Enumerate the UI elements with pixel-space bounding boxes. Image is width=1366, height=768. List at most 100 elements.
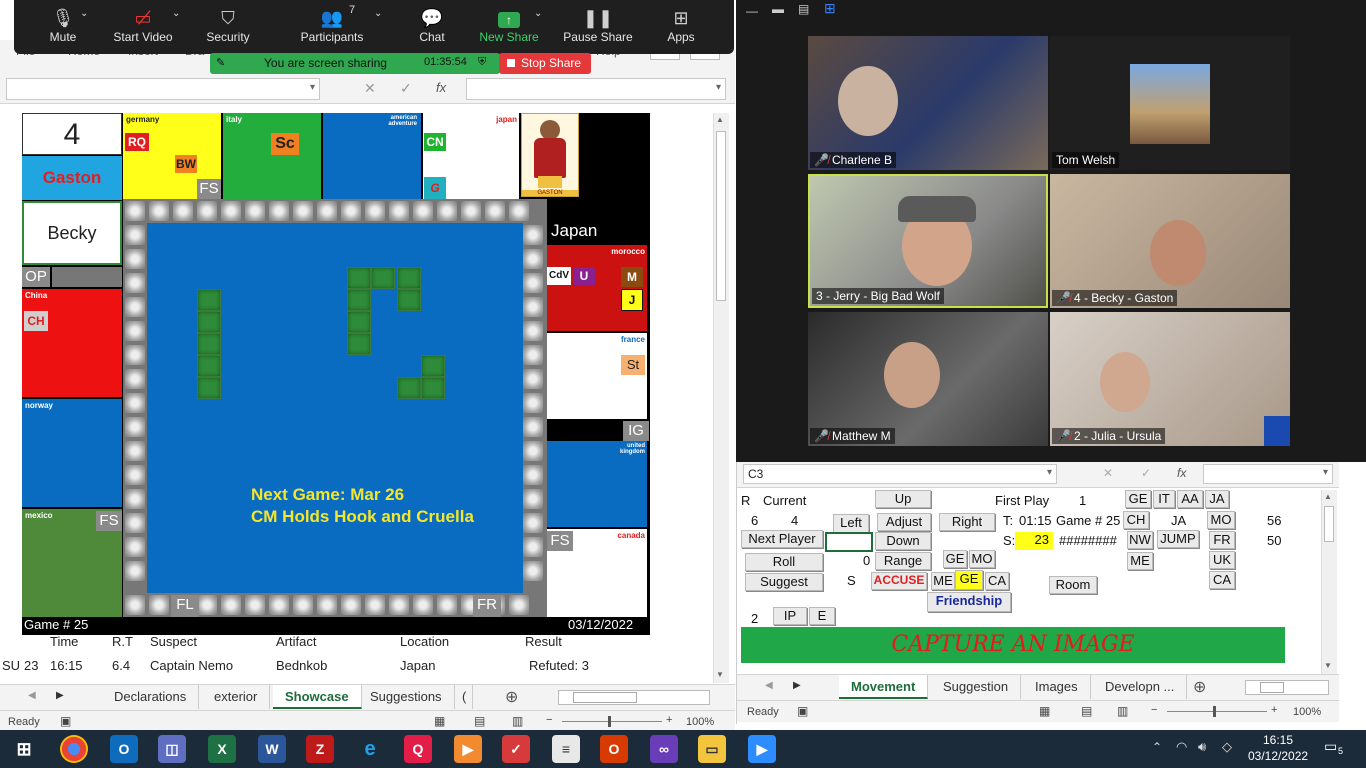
chrome-icon[interactable] — [60, 735, 88, 763]
normal-view-icon[interactable]: ▦ — [1039, 704, 1050, 718]
it-button[interactable]: IT — [1153, 490, 1175, 508]
stop-share-button[interactable]: Stop Share — [499, 53, 591, 74]
video-tile-active-speaker[interactable]: 3 - Jerry - Big Bad Wolf — [808, 174, 1048, 308]
visual-studio-icon[interactable]: ∞ — [650, 735, 678, 763]
dropbox-icon[interactable]: ◇ — [1222, 739, 1232, 755]
ca-button[interactable]: CA — [1209, 571, 1235, 589]
speaker-view-icon[interactable]: ▤ — [798, 2, 809, 16]
excel-icon[interactable]: X — [208, 735, 236, 763]
normal-view-icon[interactable]: ▦ — [434, 714, 445, 728]
q-app-icon[interactable]: Q — [404, 735, 432, 763]
security-button[interactable]: ⛉ Security — [189, 6, 267, 44]
room-button[interactable]: Room — [1049, 576, 1097, 594]
horizontal-scrollbar[interactable] — [1245, 680, 1329, 695]
outlook-icon[interactable]: O — [110, 735, 138, 763]
word-icon[interactable]: W — [258, 735, 286, 763]
left-button[interactable]: Left — [833, 514, 869, 534]
zoom-slider[interactable] — [1167, 706, 1267, 717]
clock[interactable]: 16:15 03/12/2022 — [1248, 732, 1308, 764]
macro-icon[interactable]: ▣ — [797, 704, 808, 718]
formula-input[interactable]: ▾ — [1203, 464, 1333, 484]
windows-start-icon[interactable]: ⊞ — [10, 735, 38, 763]
tab-suggestions[interactable]: Suggestions — [358, 685, 455, 709]
apps-button[interactable]: ⊞ Apps — [642, 6, 720, 44]
chevron-down-icon[interactable]: ⌄ — [80, 8, 88, 19]
jump-button[interactable]: JUMP — [1157, 530, 1199, 548]
selected-cell[interactable] — [825, 532, 873, 552]
friendship-button[interactable]: Friendship — [927, 592, 1011, 612]
right-button[interactable]: Right — [939, 513, 995, 531]
page-break-icon[interactable]: ▥ — [512, 714, 523, 728]
uk-button[interactable]: UK — [1209, 551, 1235, 569]
page-break-icon[interactable]: ▥ — [1117, 704, 1128, 718]
formula-input[interactable]: ▾ — [466, 78, 726, 100]
name-box[interactable]: ▾ — [6, 78, 320, 100]
zoom-percent[interactable]: 100% — [686, 716, 714, 728]
horizontal-scrollbar[interactable] — [558, 690, 710, 705]
tab-exterior[interactable]: exterior — [202, 685, 271, 709]
e-button[interactable]: E — [809, 607, 835, 625]
filezilla-icon[interactable]: Z — [306, 735, 334, 763]
tab-images[interactable]: Images — [1023, 675, 1091, 699]
add-sheet-icon[interactable]: ⊕ — [1193, 677, 1206, 697]
function-icon[interactable]: fx — [436, 80, 446, 95]
vertical-scrollbar[interactable]: ▲ ▼ — [1321, 490, 1337, 674]
chat-button[interactable]: 💬 Chat — [393, 6, 471, 44]
range-button[interactable]: Range — [875, 552, 931, 570]
participants-button[interactable]: 👥 Participants — [292, 6, 372, 44]
mute-button[interactable]: 🎙 Mute — [24, 6, 102, 44]
zoom-out-icon[interactable]: − — [546, 714, 552, 726]
zoom-out-icon[interactable]: − — [1151, 704, 1157, 716]
zoom-in-icon[interactable]: + — [666, 714, 672, 726]
chevron-up-icon[interactable]: ⌃ — [1152, 740, 1162, 754]
video-tile[interactable]: 🎤̸ 4 - Becky - Gaston — [1050, 174, 1290, 308]
vertical-scrollbar[interactable]: ▲ ▼ — [713, 113, 729, 683]
suggest-button[interactable]: Suggest — [745, 573, 823, 591]
cancel-icon[interactable]: ✕ — [364, 80, 376, 97]
confirm-icon[interactable]: ✓ — [400, 80, 412, 97]
scroll-up-icon[interactable]: ▲ — [716, 115, 724, 124]
media-player-icon[interactable]: ▶ — [454, 735, 482, 763]
chart-app-icon[interactable]: ✓ — [502, 735, 530, 763]
next-player-button[interactable]: Next Player — [741, 530, 823, 548]
zoom-percent[interactable]: 100% — [1293, 706, 1321, 718]
start-video-button[interactable]: ▭̸ Start Video — [104, 6, 182, 44]
add-sheet-icon[interactable]: ⊕ — [505, 687, 518, 707]
confirm-icon[interactable]: ✓ — [1141, 466, 1151, 480]
up-button[interactable]: Up — [875, 490, 931, 508]
tab-showcase[interactable]: Showcase — [273, 685, 362, 709]
roll-button[interactable]: Roll — [745, 553, 823, 571]
zoom-slider[interactable] — [562, 716, 662, 727]
ch-button[interactable]: CH — [1123, 511, 1149, 529]
me-button[interactable]: ME — [1127, 552, 1153, 570]
page-layout-icon[interactable]: ▤ — [1081, 704, 1092, 718]
capture-image-button[interactable]: CAPTURE AN IMAGE — [741, 627, 1285, 663]
adjust-button[interactable]: Adjust — [877, 513, 931, 531]
function-icon[interactable]: fx — [1177, 466, 1186, 480]
scroll-thumb[interactable] — [716, 131, 726, 301]
scroll-down-icon[interactable]: ▼ — [716, 670, 724, 679]
ge-button[interactable]: GE — [943, 550, 967, 568]
name-box[interactable]: C3 ▾ — [743, 464, 1057, 484]
notepad-icon[interactable]: ≡ — [552, 735, 580, 763]
tab-prev-icon[interactable]: ◀ — [765, 680, 773, 691]
internet-explorer-icon[interactable]: e — [356, 735, 384, 763]
tab-declarations[interactable]: Declarations — [102, 685, 200, 709]
tab-next-icon[interactable]: ▶ — [56, 690, 64, 701]
chevron-down-icon[interactable]: ⌄ — [374, 8, 382, 19]
notification-icon[interactable]: ▭ — [1324, 738, 1337, 755]
fr-button[interactable]: FR — [1209, 531, 1235, 549]
zoom-in-icon[interactable]: + — [1271, 704, 1277, 716]
down-button[interactable]: Down — [875, 532, 931, 550]
h-scroll-thumb[interactable] — [573, 692, 637, 703]
ca-button[interactable]: CA — [985, 572, 1009, 590]
office-icon[interactable]: O — [600, 735, 628, 763]
mo-button[interactable]: MO — [969, 550, 995, 568]
app-icon[interactable]: ◫ — [158, 735, 186, 763]
ge-button[interactable]: GE — [1125, 490, 1151, 508]
gallery-view-icon[interactable]: ⊞ — [824, 0, 836, 17]
tab-more[interactable]: ( — [456, 685, 474, 709]
mo-button[interactable]: MO — [1207, 511, 1235, 529]
tab-movement[interactable]: Movement — [839, 675, 929, 699]
tab-suggestion[interactable]: Suggestion — [931, 675, 1022, 699]
